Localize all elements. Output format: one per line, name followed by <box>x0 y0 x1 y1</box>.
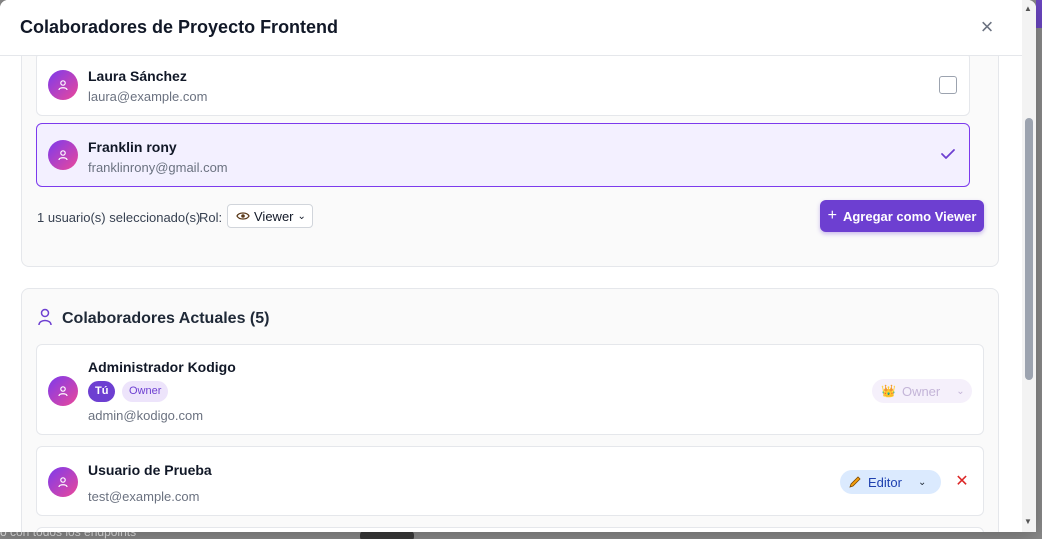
remove-collaborator-icon[interactable]: ✕ <box>954 470 970 494</box>
crown-icon: 👑 <box>881 384 896 398</box>
eye-icon <box>236 212 250 220</box>
user-selection-list[interactable]: Laura Sánchez laura@example.com Franklin… <box>36 56 984 187</box>
role-select-value: Viewer <box>254 208 294 224</box>
user-option-laura[interactable]: Laura Sánchez laura@example.com <box>36 56 970 116</box>
collaborator-email: admin@kodigo.com <box>88 408 204 423</box>
scroll-up-icon[interactable]: ▲ <box>1024 4 1032 13</box>
plus-icon: + <box>827 207 837 224</box>
user-icon <box>58 477 68 488</box>
avatar <box>48 140 78 170</box>
user-icon <box>58 150 68 161</box>
select-checkbox[interactable] <box>939 76 957 94</box>
collaborator-name: Usuario de Prueba <box>88 462 212 478</box>
add-button-label: Agregar como Viewer <box>842 208 977 224</box>
collaborator-email: test@example.com <box>88 489 200 504</box>
editor-role-select[interactable]: Editor ⌄ <box>840 470 941 494</box>
collaborator-row-test: Usuario de Prueba test@example.com Edito… <box>36 446 984 516</box>
user-name: Laura Sánchez <box>88 68 187 84</box>
role-value: Owner <box>901 383 941 399</box>
modal-header: Colaboradores de Proyecto Frontend × <box>0 0 1022 56</box>
modal-scrollbar-thumb[interactable] <box>1025 118 1033 380</box>
user-icon <box>38 308 52 326</box>
collaborator-row-admin: Administrador Kodigo Tú Owner admin@kodi… <box>36 344 984 435</box>
scroll-down-icon[interactable]: ▼ <box>1024 517 1032 526</box>
backdrop-pill <box>360 531 414 539</box>
add-as-viewer-button[interactable]: + Agregar como Viewer <box>820 200 984 232</box>
modal-title: Colaboradores de Proyecto Frontend <box>20 17 339 37</box>
backdrop-accent <box>1036 0 1042 28</box>
you-badge: Tú <box>88 381 116 402</box>
collaborators-modal: Colaboradores de Proyecto Frontend × Lau… <box>0 0 1036 532</box>
user-name: Franklin rony <box>88 139 177 155</box>
collaborator-name: Administrador Kodigo <box>88 359 236 375</box>
role-value: Editor <box>868 474 902 490</box>
user-email: laura@example.com <box>88 89 208 104</box>
chevron-down-icon: ⌄ <box>917 476 927 488</box>
close-icon[interactable]: × <box>976 16 998 38</box>
user-icon <box>58 80 68 91</box>
avatar <box>48 376 78 406</box>
selection-count: 1 usuario(s) seleccionado(s) <box>37 210 201 225</box>
user-icon <box>58 386 68 397</box>
owner-role-select: 👑 Owner ⌄ <box>872 379 972 403</box>
pencil-icon <box>849 476 861 488</box>
role-label: Rol: <box>199 210 223 225</box>
owner-badge: Owner <box>122 381 169 402</box>
role-select[interactable]: Viewer ⌄ <box>227 204 313 228</box>
current-collaborators-card: Colaboradores Actuales (5) Administrador… <box>21 288 999 532</box>
add-collaborators-card: Laura Sánchez laura@example.com Franklin… <box>21 56 999 267</box>
user-option-franklin[interactable]: Franklin rony franklinrony@gmail.com <box>36 123 970 187</box>
avatar <box>48 70 78 100</box>
modal-body: Laura Sánchez laura@example.com Franklin… <box>0 56 1022 532</box>
user-email: franklinrony@gmail.com <box>88 160 228 175</box>
check-icon[interactable] <box>938 144 958 164</box>
section-title: Colaboradores Actuales (5) <box>62 310 270 327</box>
chevron-down-icon: ⌄ <box>956 385 965 397</box>
avatar <box>48 467 78 497</box>
collaborator-row <box>36 527 984 532</box>
chevron-down-icon: ⌄ <box>297 210 306 222</box>
